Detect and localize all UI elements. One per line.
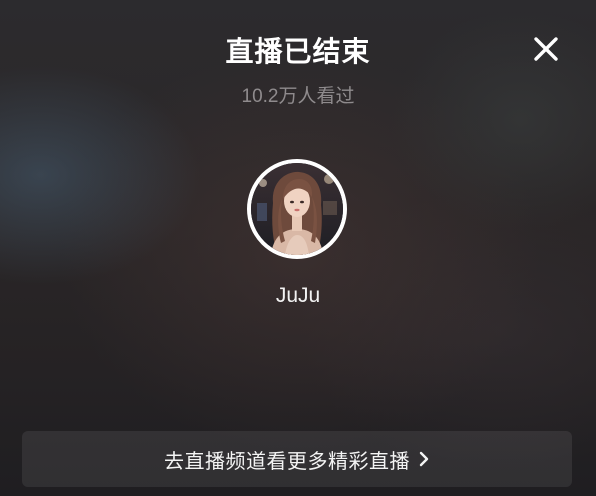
streamer-avatar[interactable] (247, 159, 347, 259)
streamer-name[interactable]: JuJu (0, 282, 596, 310)
live-ended-title: 直播已结束 (225, 36, 371, 67)
avatar-photo (251, 163, 343, 255)
go-live-channel-label: 去直播频道看更多精彩直播 (164, 450, 410, 473)
viewer-count: 10.2万人看过 (241, 86, 355, 107)
chevron-right-icon (418, 450, 430, 468)
live-ended-screen: 直播已结束 10.2万人看过 JuJu 去直播频道看更多精彩直播 (0, 0, 596, 496)
go-live-channel-button[interactable]: 去直播频道看更多精彩直播 (22, 431, 572, 487)
